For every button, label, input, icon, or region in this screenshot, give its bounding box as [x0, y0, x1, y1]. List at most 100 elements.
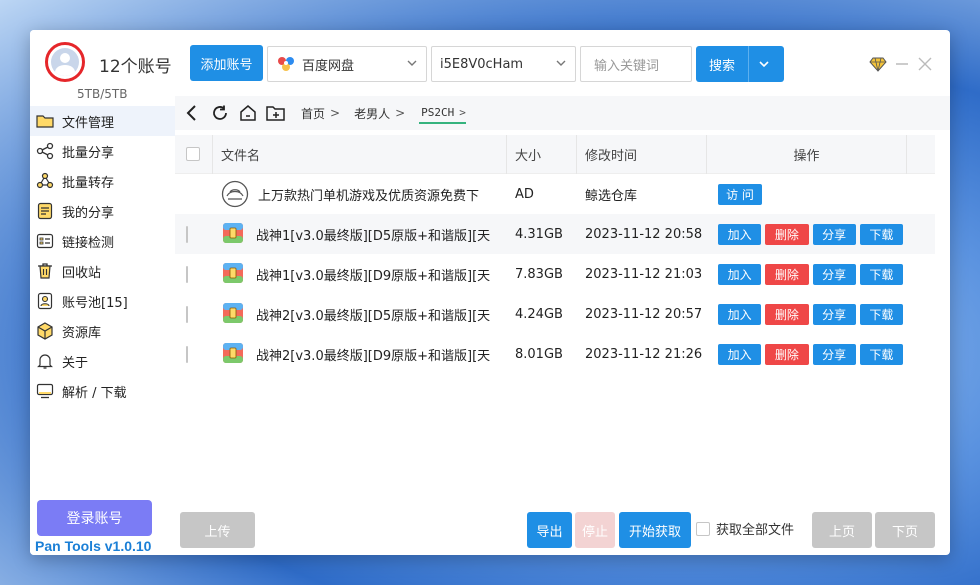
select-all-checkbox[interactable] — [186, 147, 200, 161]
table-row[interactable]: 战神1[v3.0最终版][D9原版+和谐版][天 7.83GB 2023-11-… — [175, 254, 935, 294]
share-button[interactable]: 分享 — [812, 343, 856, 365]
share-button[interactable]: 分享 — [812, 223, 856, 245]
delete-button[interactable]: 删除 — [765, 263, 809, 285]
file-time: 鲸选仓库 — [585, 188, 638, 204]
sidebar-item-label: 解析 / 下载 — [62, 385, 127, 401]
login-account-button[interactable]: 登录账号 — [37, 500, 152, 536]
download-button[interactable]: 下载 — [859, 263, 903, 285]
transfer-icon — [36, 172, 54, 190]
stop-button[interactable]: 停止 — [575, 512, 615, 548]
trash-icon — [36, 262, 54, 280]
sidebar-menu: 文件管理 批量分享 批量转存 我的分享 链接检测 回收站 账号池[15] 资源库… — [30, 106, 175, 406]
file-size: 4.24GB — [515, 306, 563, 322]
row-checkbox[interactable] — [186, 345, 188, 363]
share-icon — [36, 142, 54, 160]
sidebar-item-about[interactable]: 关于 — [30, 346, 175, 376]
sidebar-item-account-pool[interactable]: 账号池[15] — [30, 286, 175, 316]
breadcrumb-item-current[interactable]: PS2CH > — [419, 103, 466, 124]
folder-icon — [36, 112, 54, 130]
file-table: 文件名 大小 修改时间 操作 上万款热门单机游戏及优质资源免费下 AD 鲸选仓库… — [175, 134, 935, 374]
chevron-down-icon — [555, 57, 567, 73]
sidebar-item-label: 批量转存 — [62, 175, 115, 191]
sidebar-item-label: 资源库 — [62, 325, 102, 341]
share-button[interactable]: 分享 — [812, 303, 856, 325]
prev-page-button[interactable]: 上页 — [812, 512, 872, 548]
cube-icon — [36, 322, 54, 340]
sidebar-item-file-manager[interactable]: 文件管理 — [30, 106, 175, 136]
file-name[interactable]: 战神1[v3.0最终版][D9原版+和谐版][天 — [256, 265, 506, 284]
add-account-button[interactable]: 添加账号 — [190, 45, 263, 81]
add-button[interactable]: 加入 — [718, 343, 762, 365]
baidu-pan-icon — [276, 55, 296, 73]
storage-quota: 5TB/5TB — [77, 87, 128, 101]
add-button[interactable]: 加入 — [718, 223, 762, 245]
minimize-icon[interactable] — [895, 57, 909, 75]
file-name[interactable]: 战神2[v3.0最终版][D5原版+和谐版][天 — [256, 305, 506, 324]
sidebar-item-recycle-bin[interactable]: 回收站 — [30, 256, 175, 286]
fetch-all-label: 获取全部文件 — [716, 523, 795, 538]
search-input[interactable]: 输入关键词 — [580, 46, 692, 82]
delete-button[interactable]: 删除 — [765, 303, 809, 325]
column-header-name[interactable]: 文件名 — [221, 145, 260, 164]
refresh-icon[interactable] — [209, 102, 231, 124]
bell-icon — [36, 352, 54, 370]
column-header-actions: 操作 — [793, 148, 820, 164]
download-button[interactable]: 下载 — [859, 223, 903, 245]
download-button[interactable]: 下载 — [859, 343, 903, 365]
column-header-size[interactable]: 大小 — [515, 145, 541, 164]
sidebar: 12个账号 5TB/5TB 文件管理 批量分享 批量转存 我的分享 链接检测 回… — [30, 30, 175, 555]
file-name[interactable]: 战神1[v3.0最终版][D5原版+和谐版][天 — [256, 225, 506, 244]
pan-provider-value: 百度网盘 — [302, 58, 355, 74]
row-checkbox[interactable] — [186, 305, 188, 323]
fetch-all-option[interactable]: 获取全部文件 — [696, 519, 794, 538]
sidebar-item-parse-download[interactable]: 解析 / 下载 — [30, 376, 175, 406]
share-button[interactable]: 分享 — [812, 263, 856, 285]
visit-button[interactable]: 访 问 — [718, 183, 762, 205]
avatar[interactable] — [45, 42, 85, 82]
pan-provider-select[interactable]: 百度网盘 — [267, 46, 427, 82]
file-time: 2023-11-12 20:57 — [585, 306, 703, 322]
search-button[interactable]: 搜索 — [696, 46, 784, 82]
file-time: 2023-11-12 21:03 — [585, 266, 703, 282]
back-icon[interactable] — [181, 102, 203, 124]
delete-button[interactable]: 删除 — [765, 343, 809, 365]
file-time: 2023-11-12 21:26 — [585, 346, 703, 362]
add-button[interactable]: 加入 — [718, 303, 762, 325]
sidebar-item-my-share[interactable]: 我的分享 — [30, 196, 175, 226]
row-checkbox[interactable] — [186, 265, 188, 283]
row-checkbox[interactable] — [186, 225, 188, 243]
sidebar-item-resource-library[interactable]: 资源库 — [30, 316, 175, 346]
table-row[interactable]: 战神2[v3.0最终版][D9原版+和谐版][天 8.01GB 2023-11-… — [175, 334, 935, 374]
table-row[interactable]: 战神1[v3.0最终版][D5原版+和谐版][天 4.31GB 2023-11-… — [175, 214, 935, 254]
add-button[interactable]: 加入 — [718, 263, 762, 285]
file-name[interactable]: 战神2[v3.0最终版][D9原版+和谐版][天 — [256, 345, 506, 364]
column-header-time[interactable]: 修改时间 — [585, 145, 637, 164]
table-header: 文件名 大小 修改时间 操作 — [175, 134, 935, 174]
file-name[interactable]: 上万款热门单机游戏及优质资源免费下 — [258, 185, 507, 204]
next-page-button[interactable]: 下页 — [875, 512, 935, 548]
sidebar-item-batch-share[interactable]: 批量分享 — [30, 136, 175, 166]
home-icon[interactable] — [237, 102, 259, 124]
link-check-icon — [36, 232, 54, 250]
archive-file-icon — [221, 341, 247, 367]
my-share-icon — [36, 202, 54, 220]
account-pool-icon — [36, 292, 54, 310]
upload-button[interactable]: 上传 — [180, 512, 255, 548]
export-button[interactable]: 导出 — [527, 512, 572, 548]
start-fetch-button[interactable]: 开始获取 — [619, 512, 691, 548]
download-button[interactable]: 下载 — [859, 303, 903, 325]
diamond-icon[interactable] — [869, 56, 887, 76]
breadcrumb-item-folder[interactable]: 老男人 > — [354, 105, 405, 122]
chevron-down-icon[interactable] — [758, 58, 770, 74]
table-row[interactable]: 战神2[v3.0最终版][D5原版+和谐版][天 4.24GB 2023-11-… — [175, 294, 935, 334]
sidebar-item-link-check[interactable]: 链接检测 — [30, 226, 175, 256]
fetch-all-checkbox[interactable] — [696, 521, 710, 536]
breadcrumb-item-home[interactable]: 首页 > — [301, 105, 340, 122]
new-folder-icon[interactable] — [265, 102, 287, 124]
close-icon[interactable] — [918, 57, 932, 75]
breadcrumb: 首页 > 老男人 > PS2CH > — [175, 96, 950, 130]
monitor-icon — [36, 382, 54, 400]
delete-button[interactable]: 删除 — [765, 223, 809, 245]
sidebar-item-batch-transfer[interactable]: 批量转存 — [30, 166, 175, 196]
account-select[interactable]: i5E8V0cHam — [431, 46, 576, 82]
